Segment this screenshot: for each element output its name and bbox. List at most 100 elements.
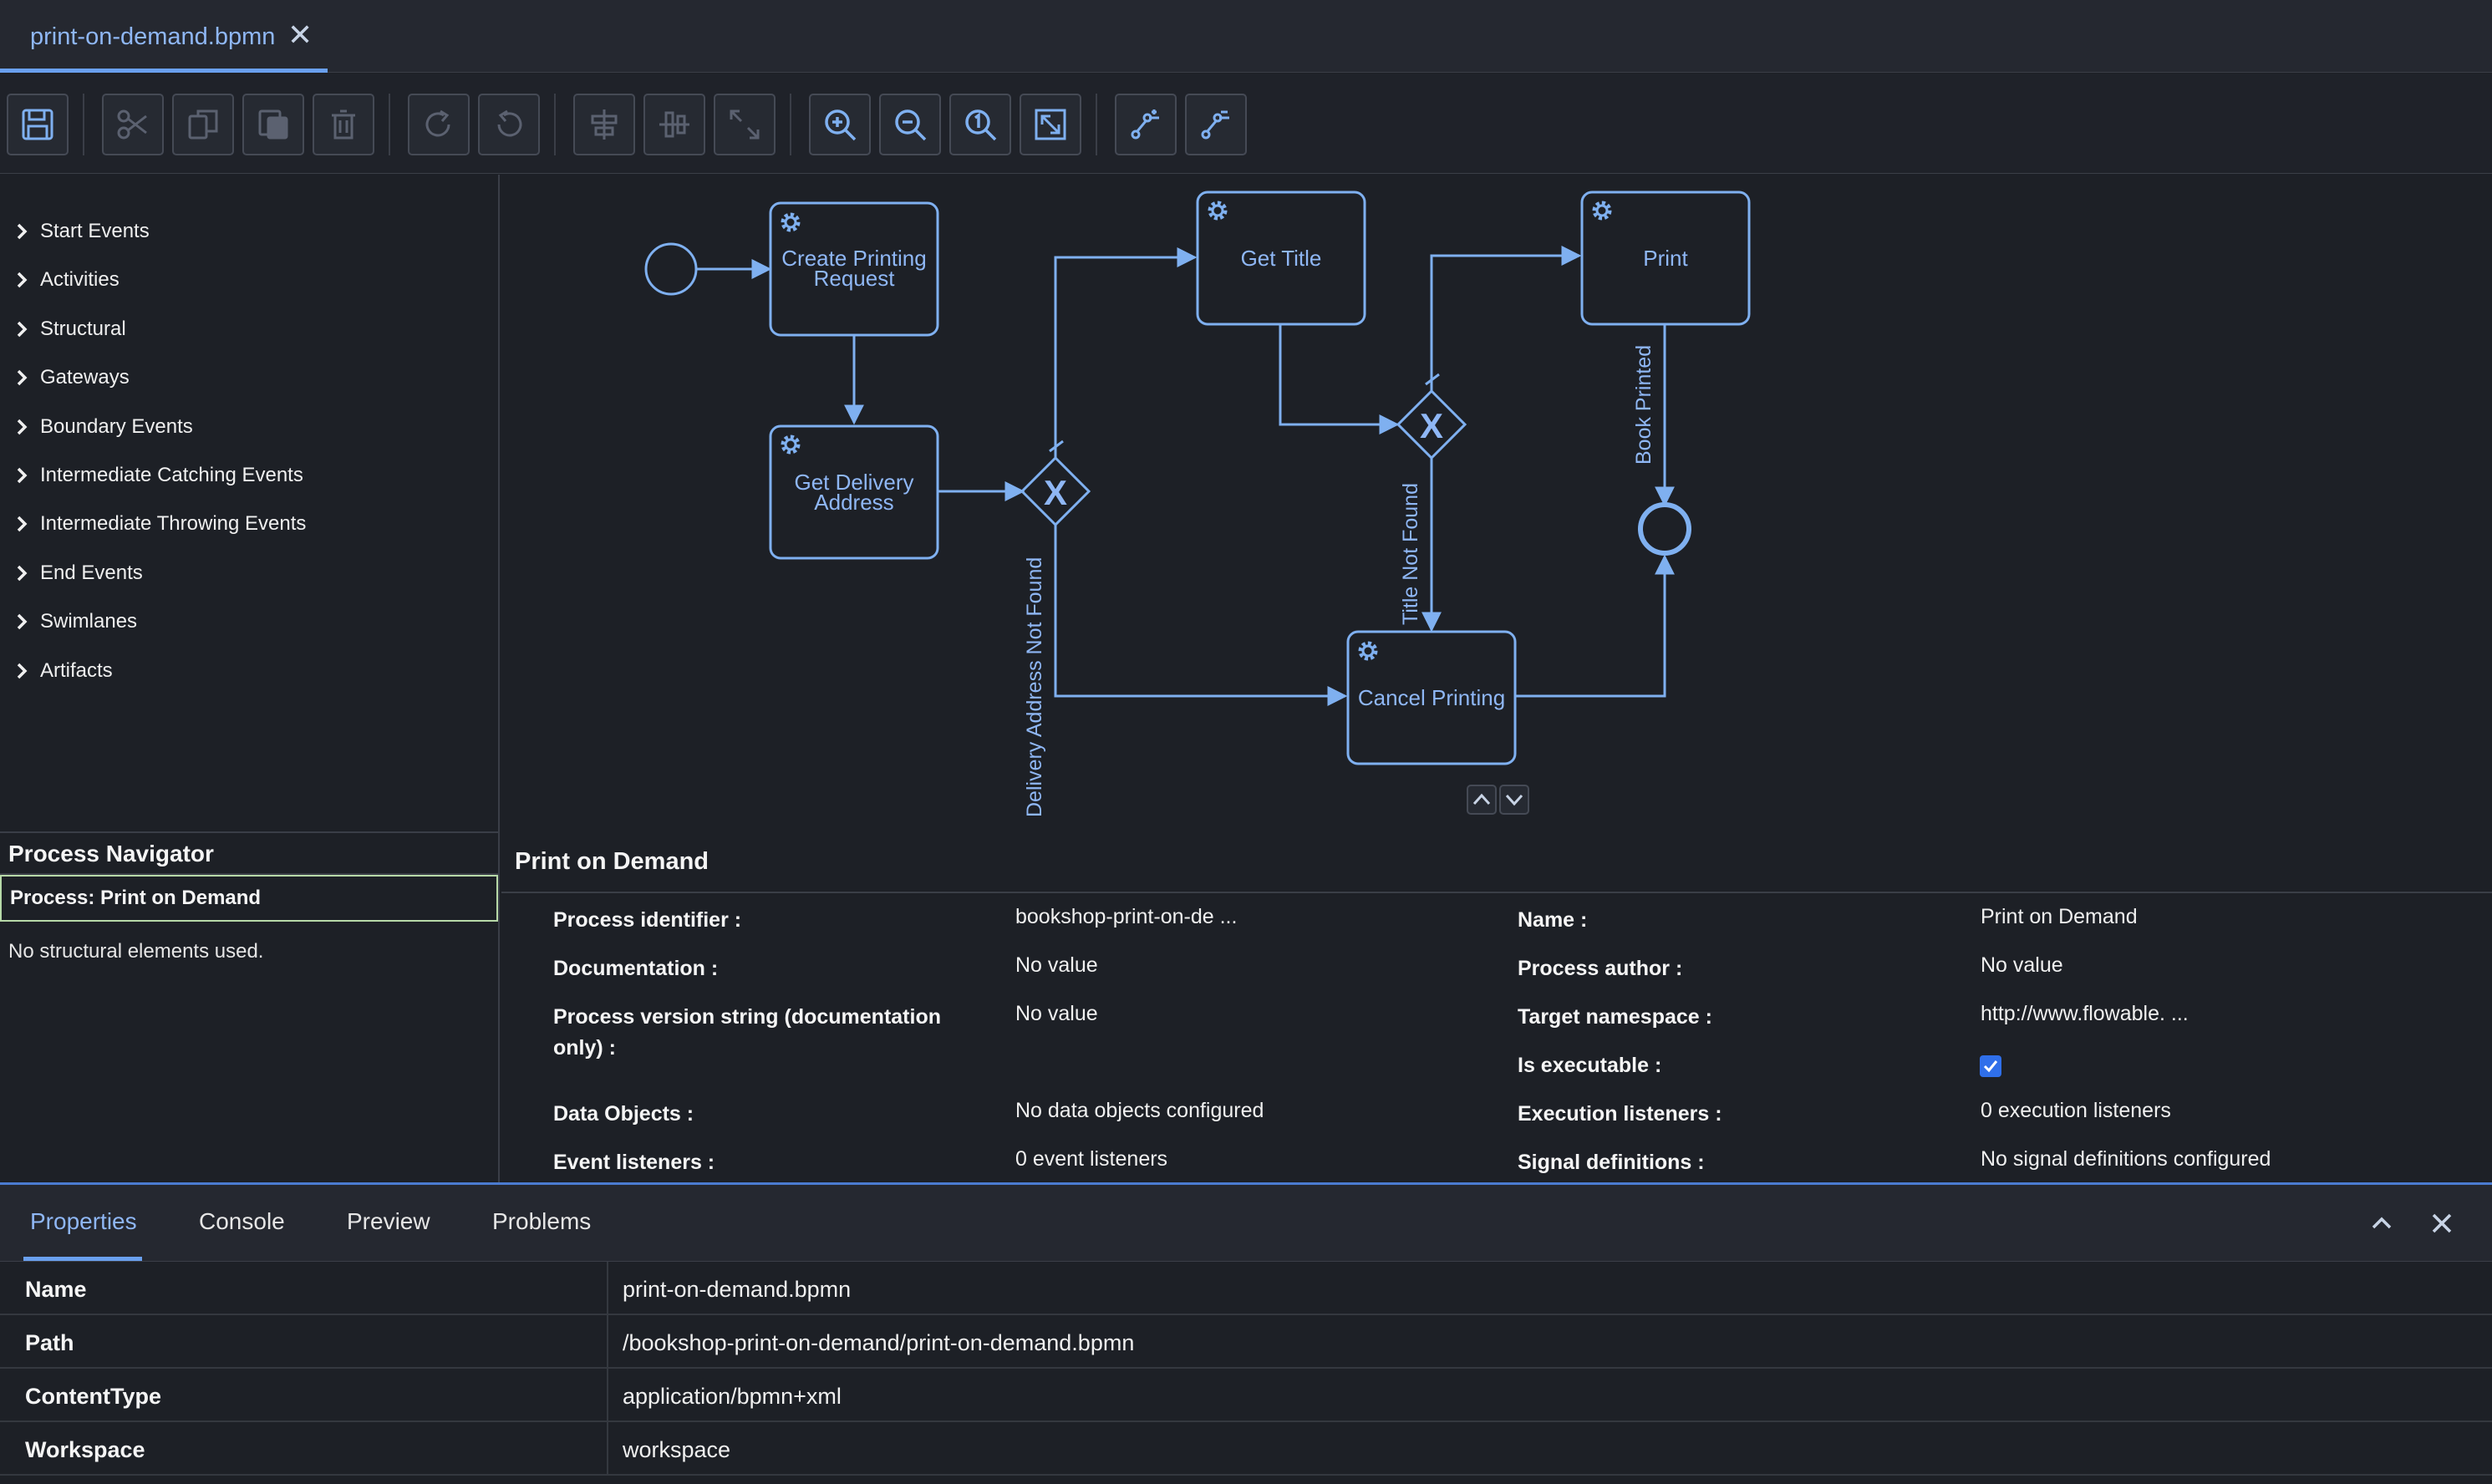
align-horizontal-button[interactable] [573,94,635,155]
chevron-right-icon [17,272,28,288]
process-properties: Print on Demand Process identifier : boo… [501,831,2492,1182]
service-task-gear-icon [1594,203,1610,218]
prop-label: only) : [553,1036,616,1060]
palette-swimlanes[interactable]: Swimlanes [12,605,137,638]
diagram-canvas[interactable]: Create Printing Request Get Delivery Add… [501,175,2492,831]
editor-tab-bar: print-on-demand.bpmn ✕ [0,0,2492,73]
service-task-gear-icon [1360,643,1376,658]
canvas-scroll-controls [1467,785,1529,815]
prop-value-name[interactable]: Print on Demand [1981,902,2138,933]
task-label: Request [814,266,896,291]
paste-button[interactable] [242,94,304,155]
bottom-tabs: Properties Console Preview Problems [0,1185,2492,1262]
zoom-in-button[interactable] [809,94,871,155]
start-event [644,242,698,296]
palette-structural[interactable]: Structural [12,313,126,346]
prop-value-process-author[interactable]: No value [1981,950,2063,981]
zoom-actual-icon [965,109,997,141]
flow-label-title-not-found: Title Not Found [1399,483,1422,625]
resize-button[interactable] [714,94,776,155]
palette-start-events[interactable]: Start Events [12,215,150,248]
task-label: Cancel Printing [1358,685,1505,710]
redo-button[interactable] [408,94,470,155]
navigator-empty-text: No structural elements used. [8,940,264,963]
palette: Start Events Activities Structural Gatew… [0,175,500,831]
delete-button[interactable] [313,94,374,155]
undo-icon [497,109,522,137]
palette-intermediate-throwing-events[interactable]: Intermediate Throwing Events [12,507,306,541]
align-vertical-button[interactable] [643,94,705,155]
copy-icon [188,109,218,140]
is-executable-checkbox[interactable] [1980,1055,2001,1077]
tab-properties[interactable]: Properties [30,1208,137,1235]
prop-label: Process version string (documentation [553,1005,941,1029]
prop-label: Event listeners : [553,1151,715,1174]
zoom-out-button[interactable] [879,94,941,155]
prop-label: Data Objects : [553,1102,694,1126]
property-key: Name [25,1277,87,1302]
toolbar [0,74,2492,174]
flow-title-to-gateway2 [1279,324,1400,435]
close-icon[interactable]: ✕ [287,18,313,52]
prop-value-process-identifier[interactable]: bookshop-print-on-de ... [1015,902,1237,933]
palette-activities[interactable]: Activities [12,263,120,297]
property-key: Path [25,1330,74,1355]
chevron-right-icon [17,613,28,630]
tab-preview[interactable]: Preview [347,1208,430,1235]
flow-cancel-to-end [1514,554,1675,698]
flow-gateway1-to-title [1054,247,1198,458]
palette-end-events[interactable]: End Events [12,556,143,590]
gateway-exclusive-icon: X [1044,473,1067,512]
prop-label: Is executable : [1518,1054,1662,1077]
undo-button[interactable] [478,94,540,155]
table-row: ContentType application/bpmn+xml [0,1369,2492,1422]
add-bendpoint-button[interactable] [1115,94,1177,155]
navigator-process-item[interactable]: Process: Print on Demand [0,875,498,922]
palette-gateways[interactable]: Gateways [12,361,130,394]
table-row: Path /bookshop-print-on-demand/print-on-… [0,1315,2492,1369]
file-tab-label: print-on-demand.bpmn [30,23,276,50]
tab-console[interactable]: Console [199,1208,285,1235]
save-button[interactable] [7,94,69,155]
remove-bendpoint-button[interactable] [1185,94,1247,155]
zoom-out-icon [895,109,927,141]
close-panel-icon[interactable] [2425,1207,2459,1240]
palette-artifacts[interactable]: Artifacts [12,654,113,688]
checkmark-icon [1983,1060,1998,1073]
palette-intermediate-catching-events[interactable]: Intermediate Catching Events [12,459,303,492]
prop-value-execution-listeners[interactable]: 0 execution listeners [1981,1095,2171,1126]
copy-button[interactable] [172,94,234,155]
prop-value-signal-definitions[interactable]: No signal definitions configured [1981,1144,2271,1175]
prop-label: Target namespace : [1518,1005,1712,1029]
bpmn-diagram: Create Printing Request Get Delivery Add… [644,191,1751,817]
prop-value-event-listeners[interactable]: 0 event listeners [1015,1144,1167,1175]
save-icon [22,109,53,140]
scroll-up-button [1467,785,1497,815]
service-task-gear-icon [783,437,798,452]
gateway-exclusive-icon: X [1420,406,1443,445]
chevron-right-icon [17,663,28,679]
zoom-actual-button[interactable] [949,94,1011,155]
table-row: Name print-on-demand.bpmn [0,1262,2492,1315]
chevron-right-icon [17,223,28,240]
process-properties-title: Print on Demand [515,848,709,875]
scroll-down-button [1499,785,1529,815]
navigator-title: Process Navigator [0,831,498,875]
prop-value-documentation[interactable]: No value [1015,950,1098,981]
prop-value-data-objects[interactable]: No data objects configured [1015,1095,1264,1126]
property-value: application/bpmn+xml [623,1384,842,1409]
palette-boundary-events[interactable]: Boundary Events [12,410,193,444]
zoom-fit-button[interactable] [1020,94,1081,155]
resize-icon [730,109,760,140]
service-task-gear-icon [783,215,798,230]
prop-value-target-namespace[interactable]: http://www.flowable. ... [1981,999,2189,1029]
file-tab[interactable]: print-on-demand.bpmn ✕ [0,0,328,73]
prop-value-version[interactable]: No value [1015,999,1098,1029]
chevron-up-icon[interactable] [2365,1207,2398,1240]
tab-problems[interactable]: Problems [492,1208,591,1235]
chevron-right-icon [17,321,28,338]
align-vertical-icon [659,111,689,138]
delete-icon [332,109,355,140]
flow-label-book-printed: Book Printed [1632,345,1655,465]
cut-button[interactable] [102,94,164,155]
